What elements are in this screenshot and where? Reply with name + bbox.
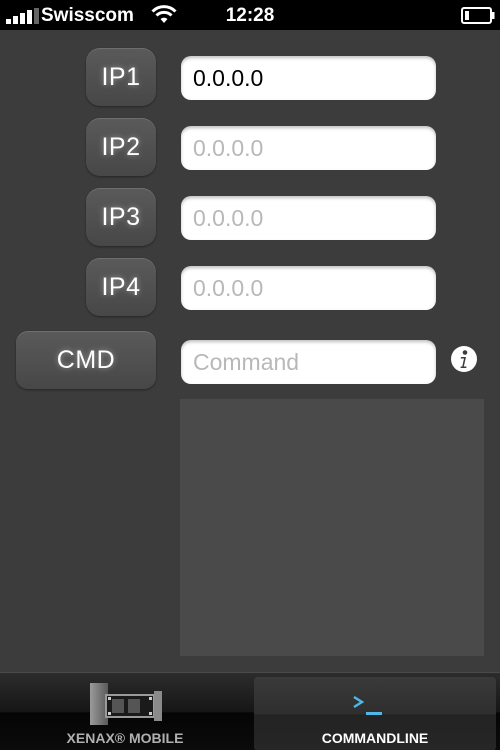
ip3-label: IP3: [101, 202, 141, 231]
tab-bar: XENAX® MOBILE COMMANDLINE: [0, 672, 500, 750]
command-input[interactable]: [181, 340, 436, 384]
ip4-label: IP4: [101, 272, 141, 301]
status-time: 12:28: [225, 5, 275, 26]
ip2-input[interactable]: [181, 126, 436, 170]
tab-commandline-label: COMMANDLINE: [321, 730, 429, 746]
ip3-input[interactable]: [181, 196, 436, 240]
tab-xenax-mobile[interactable]: XENAX® MOBILE: [4, 677, 246, 750]
battery-icon: [461, 7, 495, 24]
command-output-area: [180, 399, 484, 656]
tab-commandline[interactable]: COMMANDLINE: [254, 677, 496, 750]
ip4-input[interactable]: [181, 266, 436, 310]
terminal-prompt-icon: [353, 695, 382, 715]
screen: Swisscom 12:28 IP1 IP2 IP3 IP4 CMD: [0, 0, 500, 750]
info-icon[interactable]: [450, 345, 478, 373]
cmd-button[interactable]: CMD: [16, 331, 156, 389]
status-bar: Swisscom 12:28: [0, 0, 500, 30]
ip2-label: IP2: [101, 132, 141, 161]
xenax-logo-icon: [90, 683, 162, 725]
ip1-button[interactable]: IP1: [86, 48, 156, 106]
cmd-label: CMD: [56, 345, 116, 374]
ip4-button[interactable]: IP4: [86, 258, 156, 316]
ip2-button[interactable]: IP2: [86, 118, 156, 176]
ip3-button[interactable]: IP3: [86, 188, 156, 246]
tab-xenax-mobile-label: XENAX® MOBILE: [66, 730, 184, 746]
ip1-label: IP1: [101, 62, 141, 91]
ip1-input[interactable]: [181, 56, 436, 100]
